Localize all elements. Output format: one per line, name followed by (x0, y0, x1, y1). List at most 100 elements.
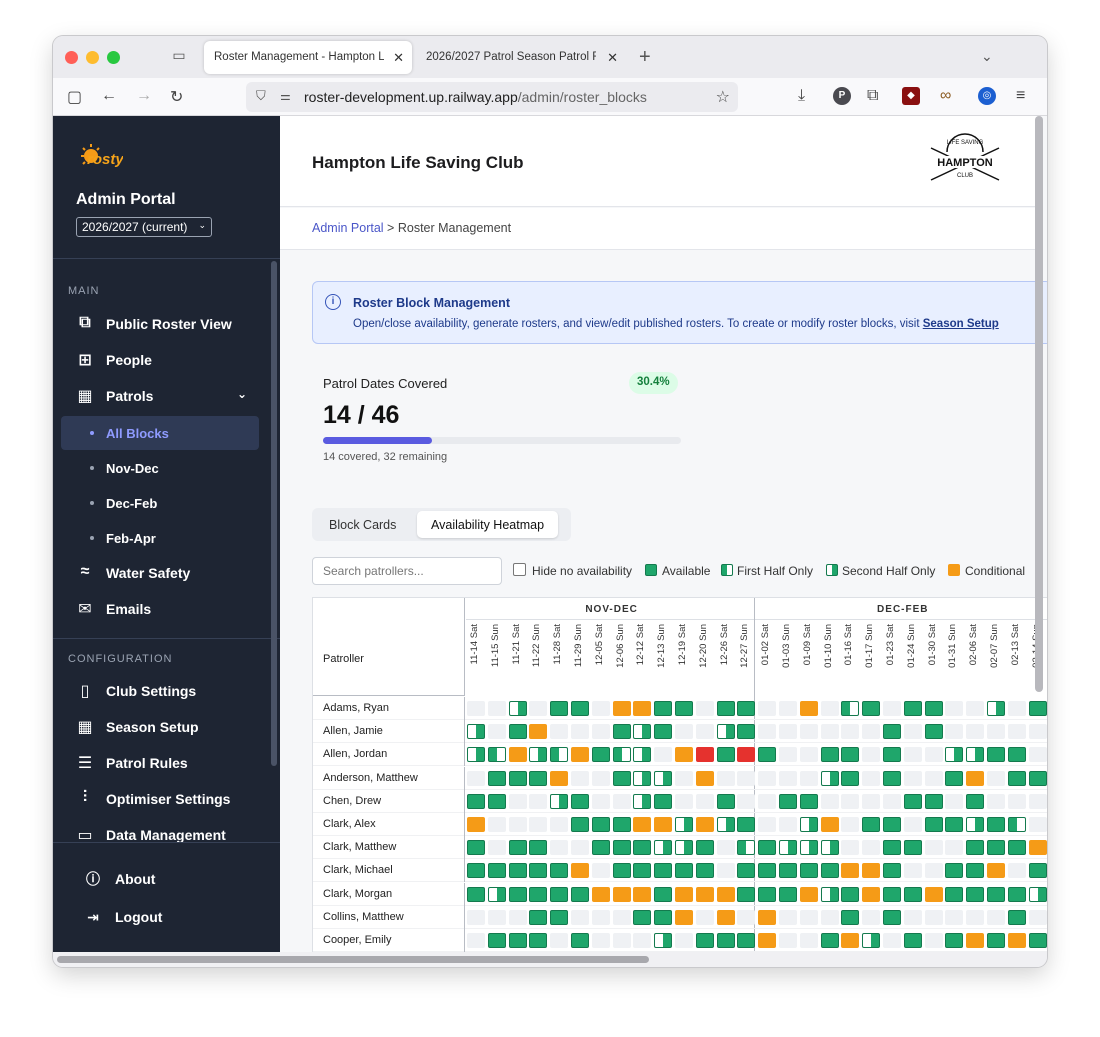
availability-cell[interactable] (1028, 840, 1047, 856)
availability-cell[interactable] (758, 701, 777, 716)
sidebar-item-logout[interactable]: ⇥ Logout (83, 909, 162, 929)
availability-cell[interactable] (883, 724, 901, 740)
availability-cell[interactable] (508, 724, 527, 740)
availability-cell[interactable] (903, 747, 922, 763)
address-bar[interactable]: ⛉ ⚌ roster-development.up.railway.app/ad… (246, 82, 738, 112)
availability-cell[interactable] (1007, 793, 1026, 809)
availability-cell[interactable] (716, 817, 735, 832)
availability-cell[interactable] (1007, 909, 1026, 925)
availability-cell[interactable] (695, 770, 714, 786)
availability-cell[interactable] (695, 747, 714, 763)
availability-cell[interactable] (966, 701, 985, 716)
availability-cell[interactable] (945, 933, 964, 948)
availability-cell[interactable] (1007, 933, 1026, 948)
sidebar-item-about[interactable]: ⓘ About (83, 869, 155, 889)
new-tab-icon[interactable]: + (639, 46, 651, 69)
availability-cell[interactable] (987, 909, 1005, 925)
patroller-name[interactable]: Chen, Drew (323, 795, 381, 807)
availability-cell[interactable] (716, 863, 735, 879)
availability-cell[interactable] (654, 933, 673, 948)
availability-cell[interactable] (841, 817, 860, 832)
availability-cell[interactable] (591, 793, 610, 809)
availability-cell[interactable] (675, 886, 693, 902)
availability-cell[interactable] (758, 909, 777, 925)
availability-cell[interactable] (508, 886, 527, 902)
availability-cell[interactable] (675, 817, 693, 832)
availability-cell[interactable] (820, 724, 839, 740)
availability-cell[interactable] (779, 701, 797, 716)
availability-cell[interactable] (945, 886, 964, 902)
availability-cell[interactable] (591, 770, 610, 786)
availability-cell[interactable] (987, 770, 1005, 786)
availability-cell[interactable] (612, 817, 631, 832)
availability-cell[interactable] (633, 933, 652, 948)
close-window-button[interactable] (65, 51, 78, 64)
availability-cell[interactable] (571, 886, 589, 902)
availability-cell[interactable] (591, 933, 610, 948)
availability-cell[interactable] (716, 701, 735, 716)
availability-cell[interactable] (903, 863, 922, 879)
availability-cell[interactable] (883, 770, 901, 786)
availability-cell[interactable] (987, 933, 1005, 948)
availability-cell[interactable] (820, 840, 839, 856)
availability-cell[interactable] (716, 886, 735, 902)
availability-cell[interactable] (945, 747, 964, 763)
availability-cell[interactable] (654, 817, 673, 832)
availability-cell[interactable] (633, 817, 652, 832)
availability-cell[interactable] (654, 770, 673, 786)
availability-cell[interactable] (467, 724, 485, 740)
availability-cell[interactable] (903, 817, 922, 832)
shield-icon[interactable]: ⛉ (256, 88, 266, 104)
patroller-name[interactable]: Allen, Jamie (323, 725, 383, 737)
availability-cell[interactable] (571, 770, 589, 786)
availability-cell[interactable] (779, 933, 797, 948)
availability-cell[interactable] (737, 886, 756, 902)
availability-cell[interactable] (737, 701, 756, 716)
availability-cell[interactable] (799, 747, 818, 763)
availability-cell[interactable] (529, 770, 548, 786)
availability-cell[interactable] (758, 840, 777, 856)
availability-cell[interactable] (467, 747, 485, 763)
availability-cell[interactable] (675, 701, 693, 716)
availability-cell[interactable] (1028, 886, 1047, 902)
availability-cell[interactable] (633, 793, 652, 809)
sidebar-item-club-settings[interactable]: ▯ Club Settings (61, 674, 259, 708)
availability-cell[interactable] (758, 747, 777, 763)
availability-cell[interactable] (550, 886, 569, 902)
minimize-window-button[interactable] (86, 51, 99, 64)
availability-cell[interactable] (716, 747, 735, 763)
availability-cell[interactable] (903, 933, 922, 948)
sidebar-subitem-dec-feb[interactable]: Dec-Feb (61, 486, 259, 520)
availability-cell[interactable] (945, 863, 964, 879)
season-select[interactable]: 2026/2027 (current) ⌄ (76, 217, 212, 237)
availability-cell[interactable] (987, 886, 1005, 902)
sidebar-item-patrol-rules[interactable]: ☰ Patrol Rules (61, 746, 259, 780)
availability-cell[interactable] (820, 747, 839, 763)
availability-cell[interactable] (841, 886, 860, 902)
availability-cell[interactable] (508, 909, 527, 925)
availability-cell[interactable] (799, 863, 818, 879)
availability-cell[interactable] (529, 817, 548, 832)
availability-cell[interactable] (883, 793, 901, 809)
availability-cell[interactable] (675, 793, 693, 809)
availability-cell[interactable] (799, 886, 818, 902)
hide-no-availability-checkbox[interactable] (513, 563, 526, 576)
availability-cell[interactable] (945, 724, 964, 740)
availability-cell[interactable] (529, 747, 548, 763)
close-tab-icon[interactable]: ✕ (393, 50, 404, 66)
availability-cell[interactable] (612, 701, 631, 716)
availability-cell[interactable] (1007, 770, 1026, 786)
availability-cell[interactable] (550, 840, 569, 856)
sidebar-item-emails[interactable]: ✉ Emails (61, 592, 259, 626)
availability-cell[interactable] (612, 909, 631, 925)
availability-cell[interactable] (737, 933, 756, 948)
availability-cell[interactable] (883, 817, 901, 832)
availability-cell[interactable] (467, 909, 485, 925)
availability-cell[interactable] (654, 909, 673, 925)
availability-cell[interactable] (571, 747, 589, 763)
availability-cell[interactable] (903, 886, 922, 902)
forward-icon[interactable]: → (136, 87, 152, 105)
availability-cell[interactable] (883, 909, 901, 925)
permissions-icon[interactable]: ⚌ (280, 89, 291, 103)
availability-cell[interactable] (1028, 747, 1047, 763)
